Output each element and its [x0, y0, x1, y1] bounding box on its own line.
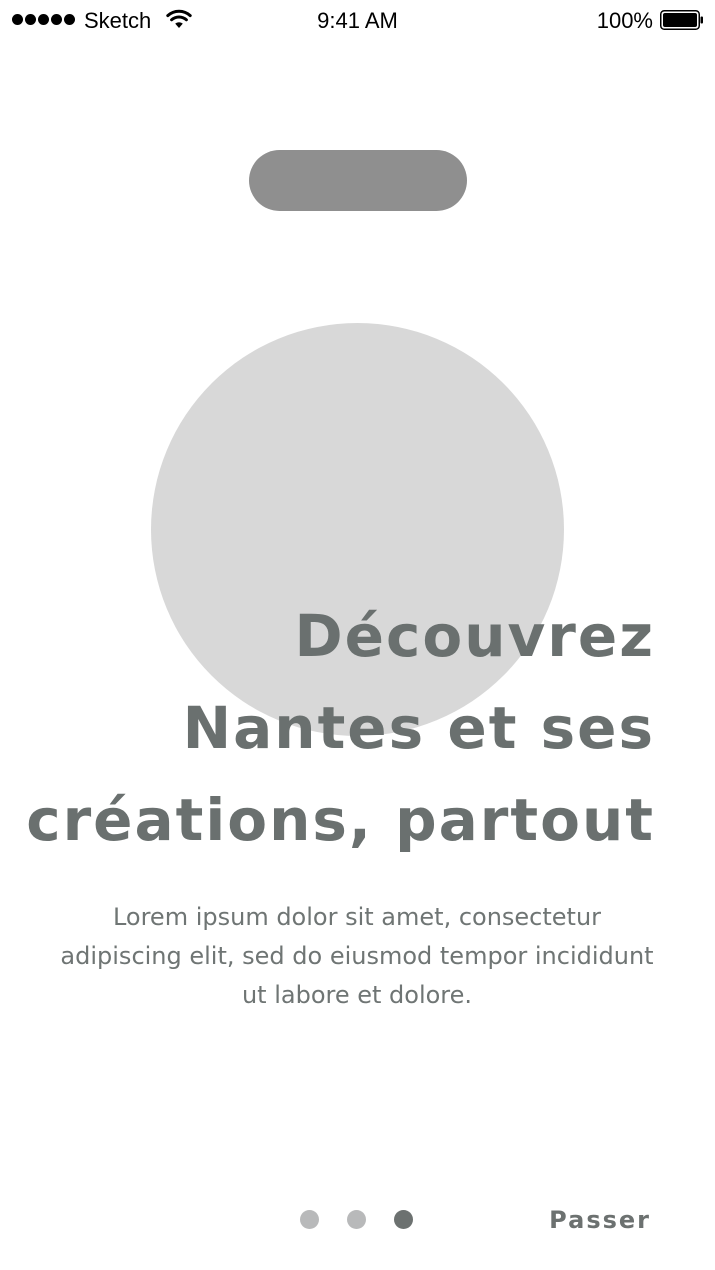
skip-button[interactable]: Passer — [549, 1203, 651, 1237]
page-indicator — [300, 1210, 413, 1229]
page-dot-3-active[interactable] — [394, 1210, 413, 1229]
page-dot-2[interactable] — [347, 1210, 366, 1229]
onboarding-title: Découvrez Nantes et ses créations, parto… — [15, 590, 655, 866]
title-line: Découvrez — [294, 602, 655, 670]
title-line: Nantes et ses — [182, 694, 655, 762]
battery-icon — [660, 10, 703, 30]
status-bar: Sketch 9:41 AM 100% — [0, 0, 715, 40]
onboarding-description: Lorem ipsum dolor sit amet, consectetur … — [60, 903, 654, 1009]
battery-percentage: 100% — [596, 8, 653, 33]
title-line: créations, partout — [26, 786, 655, 854]
page-dot-1[interactable] — [300, 1210, 319, 1229]
logo-placeholder-button[interactable] — [249, 150, 467, 211]
